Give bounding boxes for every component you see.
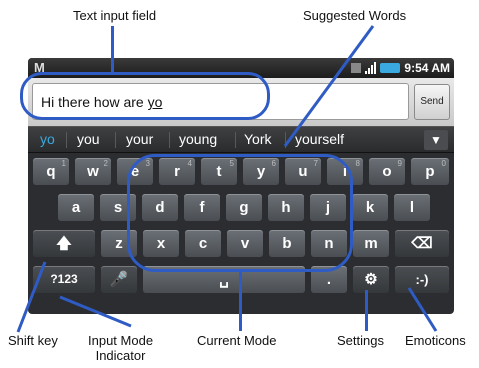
callout-settings: Settings — [337, 333, 384, 348]
callout-input-mode-line1: Input Mode — [88, 333, 154, 348]
callout-current-mode: Current Mode — [197, 333, 277, 348]
key-q[interactable]: q1 — [33, 158, 69, 185]
callout-text-input: Text input field — [73, 8, 157, 23]
key-k[interactable]: k — [352, 194, 388, 221]
key-p[interactable]: p0 — [411, 158, 449, 185]
suggestion-strip: yo you your young York yourself ▼ — [28, 126, 454, 153]
key-alt: 0 — [441, 159, 446, 168]
suggestion-word[interactable]: York — [244, 131, 272, 147]
shift-key[interactable]: 🡅 — [33, 230, 95, 257]
key-label: o — [382, 163, 392, 180]
key-l[interactable]: l — [394, 194, 430, 221]
gear-icon: ⚙ — [364, 271, 378, 288]
suggestion-word[interactable]: you — [77, 131, 100, 147]
emoticon-key[interactable]: :-) — [395, 266, 449, 293]
callout-line-text-input — [111, 26, 114, 73]
divider — [285, 132, 286, 148]
shift-arrow-icon: 🡅 — [56, 235, 72, 252]
callout-input-mode-line2: Indicator — [95, 348, 146, 363]
divider — [66, 132, 67, 148]
key-o[interactable]: o9 — [369, 158, 405, 185]
text-input-highlight — [20, 72, 270, 120]
key-alt: 8 — [355, 159, 360, 168]
callout-line-settings — [365, 290, 368, 331]
input-mode-key[interactable]: ?123 — [33, 266, 95, 293]
expand-suggestions-button[interactable]: ▼ — [424, 130, 448, 150]
key-alt: 9 — [397, 159, 402, 168]
microphone-icon: 🎤 — [109, 271, 129, 288]
current-mode-highlight — [127, 154, 353, 272]
key-alt: 2 — [103, 159, 108, 168]
callout-line-current-mode — [239, 271, 242, 331]
status-time: 9:54 AM — [404, 61, 450, 75]
key-m[interactable]: m — [353, 230, 389, 257]
key-a[interactable]: a — [58, 194, 94, 221]
voice-input-key[interactable]: 🎤 — [101, 266, 137, 293]
space-bar-icon: ␣ — [219, 271, 229, 288]
send-button[interactable]: Send — [414, 84, 450, 120]
key-label: q — [46, 163, 56, 180]
suggestion-word[interactable]: yourself — [295, 131, 344, 147]
divider — [115, 132, 116, 148]
backspace-icon: ⌫ — [411, 235, 433, 252]
signal-icon — [365, 62, 377, 74]
callout-input-mode: Input Mode Indicator — [88, 333, 153, 363]
divider — [235, 132, 236, 148]
key-alt: 1 — [61, 159, 66, 168]
backspace-key[interactable]: ⌫ — [395, 230, 449, 257]
suggestion-word[interactable]: young — [179, 131, 217, 147]
settings-key[interactable]: ⚙ — [353, 266, 389, 293]
network-icon — [351, 63, 362, 73]
battery-icon — [380, 63, 401, 73]
callout-emoticons: Emoticons — [405, 333, 466, 348]
callout-shift-key: Shift key — [8, 333, 58, 348]
suggestion-word[interactable]: your — [126, 131, 153, 147]
callout-suggested-words: Suggested Words — [303, 8, 407, 23]
key-w[interactable]: w2 — [75, 158, 111, 185]
key-label: w — [87, 163, 99, 180]
divider — [169, 132, 170, 148]
key-label: p — [425, 163, 435, 180]
chevron-down-icon: ▼ — [430, 133, 442, 147]
status-icons: 9:54 AM — [351, 61, 450, 75]
suggestion-word[interactable]: yo — [40, 131, 55, 147]
